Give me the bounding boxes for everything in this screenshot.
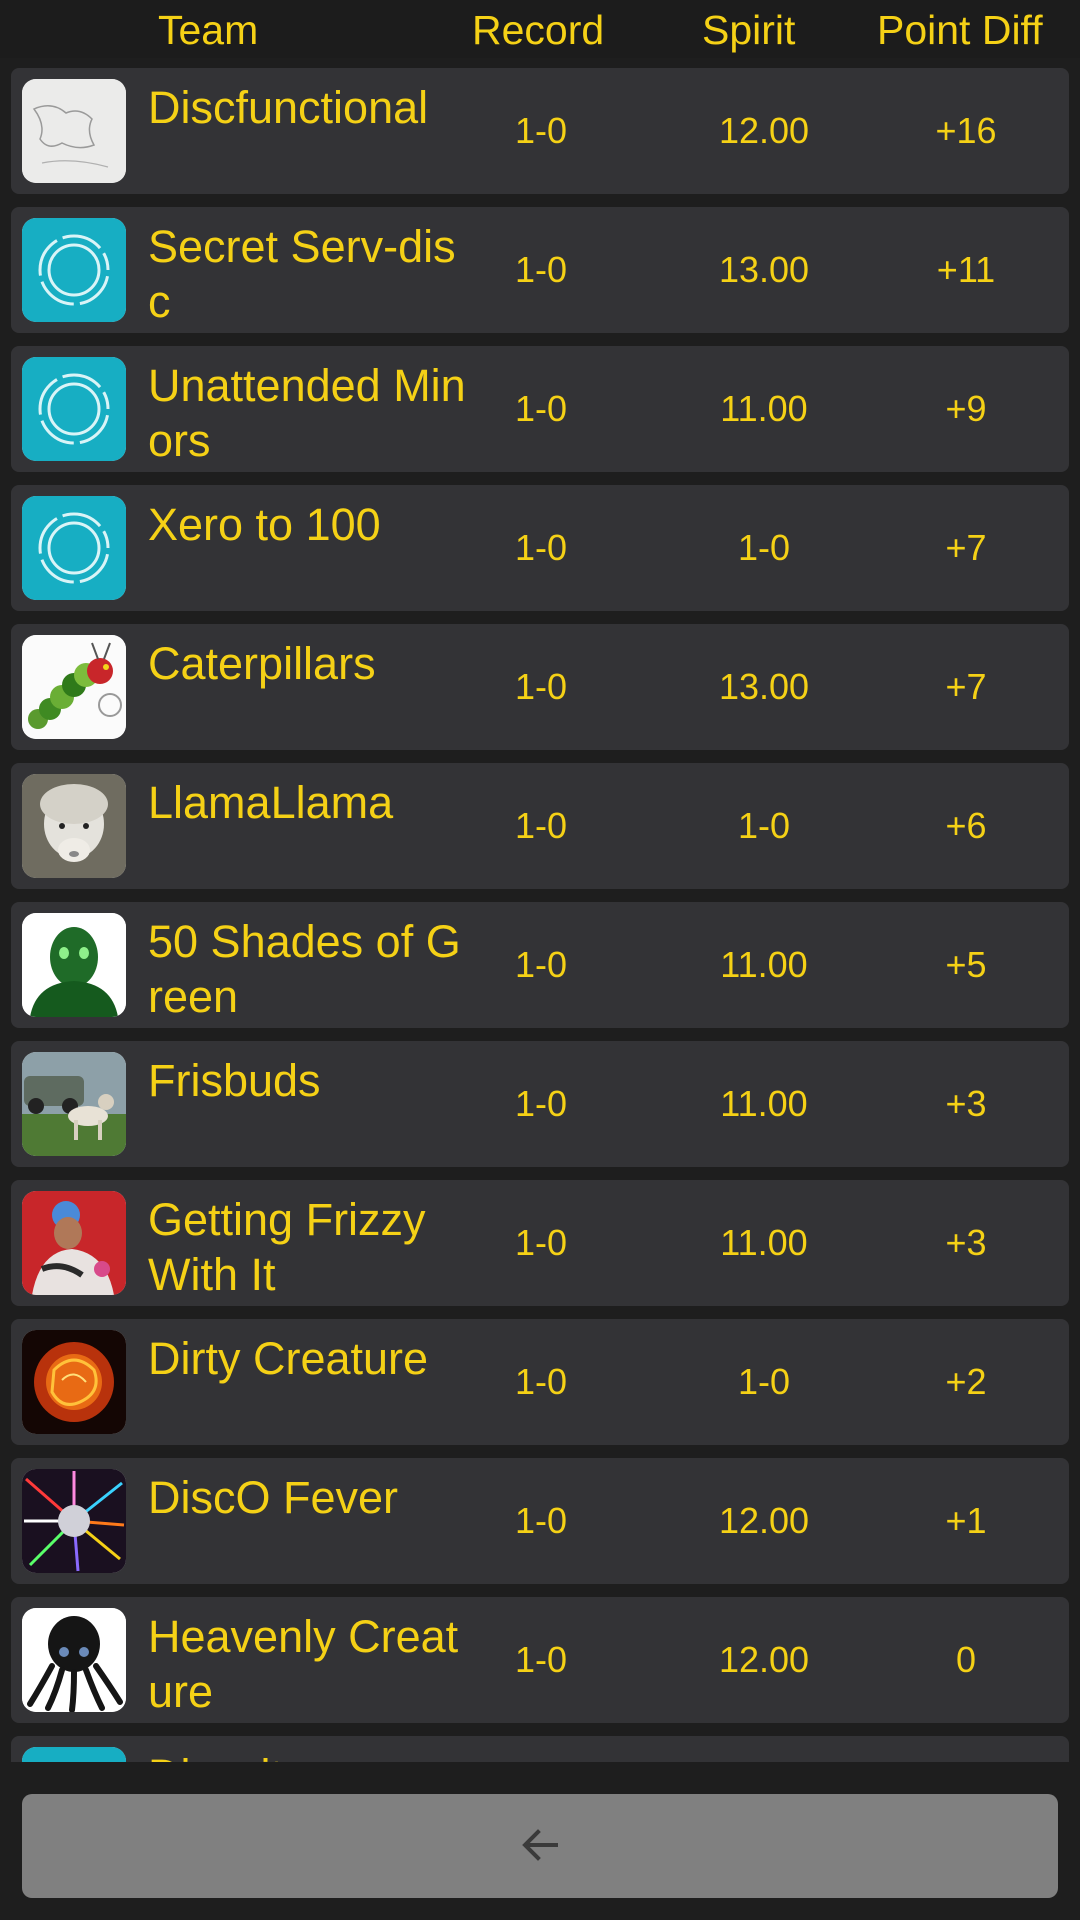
team-spirit: 1-0 <box>737 527 791 568</box>
team-row[interactable]: DiscO Fever 1-0 12.00 +1 <box>11 1458 1069 1584</box>
team-name: Getting Frizzy With It <box>148 1194 426 1300</box>
team-avatar <box>22 1330 126 1434</box>
team-row[interactable]: LlamaLlama 1-0 1-0 +6 <box>11 763 1069 889</box>
team-row[interactable]: Unattended Minors 1-0 11.00 +9 <box>11 346 1069 472</box>
team-spirit: 1-0 <box>737 805 791 846</box>
team-avatar <box>22 1747 126 1762</box>
team-point-diff: +11 <box>936 249 996 290</box>
team-record: 1-0 <box>514 944 568 985</box>
team-record: 1-0 <box>514 388 568 429</box>
team-row[interactable]: 50 Shades of Green 1-0 11.00 +5 <box>11 902 1069 1028</box>
team-avatar <box>22 635 126 739</box>
team-row[interactable]: Getting Frizzy With It 1-0 11.00 +3 <box>11 1180 1069 1306</box>
team-spirit: 13.00 <box>718 249 810 290</box>
team-name: LlamaLlama <box>148 777 394 828</box>
team-record: 1-0 <box>514 110 568 151</box>
team-avatar <box>22 357 126 461</box>
team-name: Dirty Creature <box>148 1333 429 1384</box>
team-point-diff: +1 <box>945 1500 987 1541</box>
header-team[interactable]: Team <box>158 6 258 54</box>
team-avatar <box>22 913 126 1017</box>
team-name: Heavenly Creature <box>148 1611 459 1717</box>
team-spirit: 13.00 <box>718 666 810 707</box>
team-record: 1-0 <box>514 1222 568 1263</box>
team-name: Xero to 100 <box>148 499 381 550</box>
team-list[interactable]: Discfunctional 1-0 12.00 +16 Secret Serv-dis… <box>0 58 1080 1762</box>
team-name: 50 Shades of Green <box>148 916 461 1022</box>
team-point-diff: +9 <box>945 388 987 429</box>
team-name: Secret Serv-disc <box>148 221 456 327</box>
team-name: Discfunctional <box>148 82 429 133</box>
header-record[interactable]: Record <box>472 6 604 54</box>
team-row[interactable]: Discuits <box>11 1736 1069 1762</box>
team-row[interactable]: Dirty Creature 1-0 1-0 +2 <box>11 1319 1069 1445</box>
team-record: 1-0 <box>514 1361 568 1402</box>
team-spirit: 1-0 <box>737 1361 791 1402</box>
team-point-diff: +5 <box>945 944 987 985</box>
team-avatar <box>22 496 126 600</box>
team-point-diff: +16 <box>935 110 997 151</box>
team-avatar <box>22 1469 126 1573</box>
team-row[interactable]: Heavenly Creature 1-0 12.00 0 <box>11 1597 1069 1723</box>
team-avatar <box>22 1608 126 1712</box>
team-point-diff: +3 <box>945 1222 987 1263</box>
standings-screen: Team Record Spirit Point Diff Discfuncti… <box>0 0 1080 1920</box>
team-avatar <box>22 1191 126 1295</box>
team-name: Caterpillars <box>148 638 376 689</box>
team-spirit: 11.00 <box>720 944 808 985</box>
team-spirit: 11.00 <box>720 388 808 429</box>
team-point-diff <box>891 1736 1041 1762</box>
team-row[interactable]: Secret Serv-disc 1-0 13.00 +11 <box>11 207 1069 333</box>
team-record: 1-0 <box>514 1639 568 1680</box>
team-record <box>471 1736 611 1762</box>
arrow-left-icon <box>516 1821 564 1872</box>
team-record: 1-0 <box>514 1500 568 1541</box>
team-record: 1-0 <box>514 1083 568 1124</box>
team-name: Unattended Minors <box>148 360 466 466</box>
team-spirit: 12.00 <box>718 1500 810 1541</box>
team-avatar <box>22 218 126 322</box>
team-spirit: 11.00 <box>720 1222 808 1263</box>
team-name: Frisbuds <box>148 1055 321 1106</box>
team-avatar <box>22 1052 126 1156</box>
team-spirit: 12.00 <box>718 1639 810 1680</box>
team-spirit: 11.00 <box>720 1083 808 1124</box>
team-record: 1-0 <box>514 805 568 846</box>
team-point-diff: +2 <box>945 1361 987 1402</box>
team-row[interactable]: Caterpillars 1-0 13.00 +7 <box>11 624 1069 750</box>
team-avatar <box>22 774 126 878</box>
team-point-diff: +3 <box>945 1083 987 1124</box>
team-name: Discuits <box>148 1748 468 1762</box>
team-avatar <box>22 79 126 183</box>
team-record: 1-0 <box>514 527 568 568</box>
team-row[interactable]: Discfunctional 1-0 12.00 +16 <box>11 68 1069 194</box>
team-row[interactable]: Frisbuds 1-0 11.00 +3 <box>11 1041 1069 1167</box>
team-row[interactable]: Xero to 100 1-0 1-0 +7 <box>11 485 1069 611</box>
team-record: 1-0 <box>514 249 568 290</box>
team-name: DiscO Fever <box>148 1472 399 1523</box>
team-point-diff: +7 <box>945 527 987 568</box>
team-point-diff: +7 <box>945 666 987 707</box>
header-spirit[interactable]: Spirit <box>702 6 795 54</box>
team-spirit <box>679 1736 849 1762</box>
bottom-bar <box>0 1762 1080 1920</box>
team-point-diff: +6 <box>945 805 987 846</box>
team-spirit: 12.00 <box>718 110 810 151</box>
header-point-diff[interactable]: Point Diff <box>877 6 1043 54</box>
back-button[interactable] <box>22 1794 1058 1898</box>
team-point-diff: 0 <box>955 1639 977 1680</box>
table-header: Team Record Spirit Point Diff <box>0 0 1080 58</box>
team-record: 1-0 <box>514 666 568 707</box>
